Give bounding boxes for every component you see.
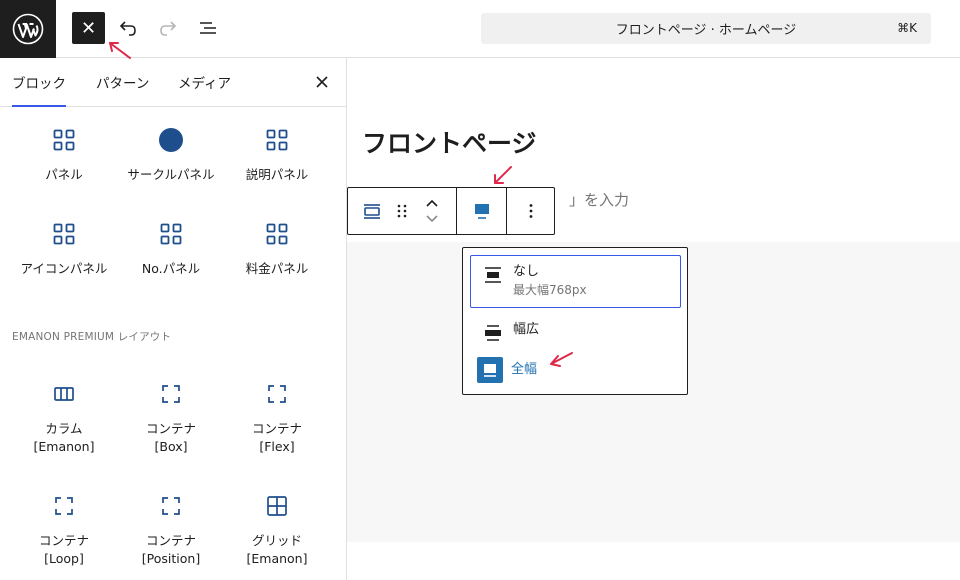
block-label: サークルパネル <box>127 167 215 182</box>
block-container-box[interactable]: コンテナ [Box] <box>117 380 225 456</box>
grid-icon <box>50 220 78 248</box>
align-full-icon[interactable] <box>457 188 506 234</box>
block-toolbar <box>347 187 555 235</box>
block-label: アイコンパネル <box>20 261 108 276</box>
inserter-tabs: ブロック パターン メディア <box>0 58 346 107</box>
grid-layout-icon <box>263 492 291 520</box>
container-icon <box>157 492 185 520</box>
columns-icon <box>50 380 78 408</box>
container-icon <box>157 380 185 408</box>
block-container-loop[interactable]: コンテナ [Loop] <box>10 492 118 568</box>
group-block-icon[interactable] <box>358 188 386 234</box>
editor-topbar: ✕ フロントページ · ホームページ ⌘K <box>0 0 960 58</box>
align-option-wide[interactable]: 幅広 <box>470 314 681 348</box>
align-option-none[interactable]: なし 最大幅768px <box>470 255 681 308</box>
block-grid-emanon[interactable]: グリッド [Emanon] <box>223 492 331 568</box>
block-label: コンテナ <box>251 421 302 436</box>
close-inserter-button[interactable]: ✕ <box>72 12 105 44</box>
circle-icon <box>157 126 185 154</box>
option-sublabel: 最大幅768px <box>513 283 587 297</box>
list-view-icon[interactable] <box>194 14 222 42</box>
drag-handle-icon[interactable] <box>390 188 414 234</box>
category-title: EMANON PREMIUM レイアウト <box>12 331 172 343</box>
block-description-panel[interactable]: 説明パネル <box>223 126 331 184</box>
block-container-position[interactable]: コンテナ [Position] <box>117 492 225 568</box>
redo-icon[interactable] <box>154 14 182 42</box>
grid-icon <box>263 126 291 154</box>
block-sublabel: [Emanon] <box>246 551 308 566</box>
block-sublabel: [Loop] <box>44 551 84 566</box>
block-sublabel: [Position] <box>141 551 201 566</box>
container-icon <box>263 380 291 408</box>
grid-icon <box>263 220 291 248</box>
command-bar-title: フロントページ · ホームページ <box>615 23 797 38</box>
option-label: なし <box>513 264 540 279</box>
page-title[interactable]: フロントページ <box>362 124 537 160</box>
command-palette-bar[interactable]: フロントページ · ホームページ ⌘K <box>481 13 931 44</box>
wordpress-logo-icon[interactable] <box>0 0 56 58</box>
block-number-panel[interactable]: No.パネル <box>117 220 225 278</box>
block-label: 説明パネル <box>245 167 309 182</box>
block-label: パネル <box>45 167 83 182</box>
paragraph-placeholder[interactable]: 」を入力 <box>569 189 629 210</box>
block-price-panel[interactable]: 料金パネル <box>223 220 331 278</box>
block-container-flex[interactable]: コンテナ [Flex] <box>223 380 331 456</box>
tab-blocks[interactable]: ブロック <box>12 58 66 107</box>
more-vertical-icon[interactable] <box>507 188 555 234</box>
block-label: グリッド <box>251 533 302 548</box>
grid-icon <box>157 220 185 248</box>
option-label: 幅広 <box>513 322 540 337</box>
grid-icon <box>50 126 78 154</box>
block-label: コンテナ <box>38 533 89 548</box>
close-icon[interactable] <box>312 72 332 92</box>
block-circle-panel[interactable]: サークルパネル <box>117 126 225 184</box>
block-sublabel: [Emanon] <box>33 439 95 454</box>
alignment-dropdown: なし 最大幅768px 幅広 全幅 <box>462 247 688 395</box>
block-sublabel: [Box] <box>154 439 188 454</box>
align-wide-icon <box>481 321 505 345</box>
option-label: 全幅 <box>511 362 538 377</box>
tab-media[interactable]: メディア <box>178 58 231 106</box>
block-label: コンテナ <box>145 421 196 436</box>
annotation-arrow-icon <box>550 352 573 367</box>
block-label: 料金パネル <box>245 261 309 276</box>
move-up-down-icon[interactable] <box>420 188 444 234</box>
block-panel[interactable]: パネル <box>10 126 118 184</box>
container-icon <box>50 492 78 520</box>
command-shortcut: ⌘K <box>897 21 917 35</box>
annotation-arrow-icon <box>109 42 131 59</box>
block-column-emanon[interactable]: カラム [Emanon] <box>10 380 118 456</box>
block-label: No.パネル <box>141 261 201 276</box>
block-sublabel: [Flex] <box>259 439 295 454</box>
block-inserter-panel: ブロック パターン メディア パネル サークルパネル 説明パネル アイコンパネル <box>0 58 347 580</box>
block-icon-panel[interactable]: アイコンパネル <box>10 220 118 278</box>
annotation-arrow-icon <box>494 166 512 184</box>
align-full-icon <box>477 357 503 383</box>
tab-patterns[interactable]: パターン <box>96 58 149 106</box>
block-label: コンテナ <box>145 533 196 548</box>
align-none-icon <box>481 263 505 287</box>
block-label: カラム <box>45 421 83 436</box>
